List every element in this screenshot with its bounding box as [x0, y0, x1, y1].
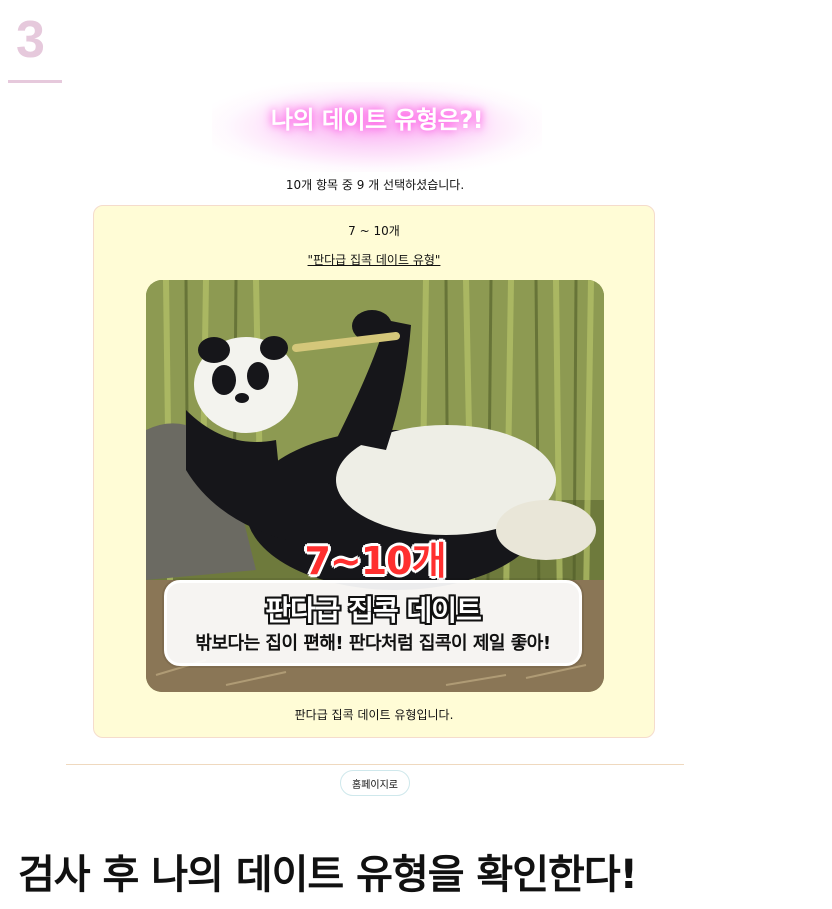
step-underline: [8, 80, 62, 83]
result-card: 7 ~ 10개 "판다급 집콕 데이트 유형" 7~10개 판다급 집콕 데이트…: [93, 205, 655, 738]
image-count-text: 7~10개: [304, 539, 446, 583]
result-image: 7~10개 판다급 집콕 데이트 밖보다는 집이 편해! 판다처럼 집콕이 제일…: [146, 280, 604, 692]
home-button[interactable]: 홈페이지로: [340, 770, 410, 796]
page-title: 나의 데이트 유형은?!: [270, 106, 484, 134]
result-type-link[interactable]: "판다급 집콕 데이트 유형": [94, 251, 654, 268]
image-banner-title: 판다급 집콕 데이트: [265, 594, 482, 627]
selection-summary: 10개 항목 중 9 개 선택하셨습니다.: [285, 178, 465, 192]
result-description: 판다급 집콕 데이트 유형입니다.: [294, 708, 454, 722]
divider: [66, 764, 684, 765]
image-banner: 판다급 집콕 데이트 밖보다는 집이 편해! 판다처럼 집콕이 제일 좋아!: [164, 580, 582, 666]
caption-text: 검사 후 나의 데이트 유형을 확인한다!: [18, 852, 638, 898]
step-number: 3: [16, 11, 45, 69]
page: 3 나의 데이트 유형은?! 10개 항목 중 9 개 선택하셨습니다. 7 ~…: [0, 0, 832, 909]
result-range: 7 ~ 10개: [348, 224, 400, 238]
image-banner-subtitle: 밖보다는 집이 편해! 판다처럼 집콕이 제일 좋아!: [195, 633, 551, 654]
